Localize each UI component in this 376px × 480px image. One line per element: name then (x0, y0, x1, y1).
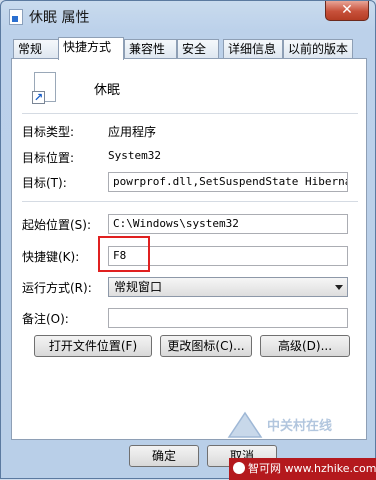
tab-compatibility[interactable]: 兼容性 (124, 39, 177, 59)
target-type-value: 应用程序 (108, 125, 157, 139)
title-bar: 休眠 属性 ✕ (1, 1, 375, 31)
run-select-value: 常规窗口 (114, 280, 163, 294)
site-banner: 智可网 www.hzhike.com (229, 458, 376, 480)
hotkey-label: 快捷键(K): (22, 250, 80, 264)
comment-label: 备注(O): (22, 312, 69, 326)
open-file-location-button[interactable]: 打开文件位置(F) (34, 335, 152, 357)
ok-button[interactable]: 确定 (129, 445, 199, 467)
target-label: 目标(T): (22, 176, 67, 190)
site-logo-icon (233, 462, 245, 474)
watermark-logo-icon (227, 411, 263, 438)
run-select[interactable]: 常规窗口 (108, 277, 348, 297)
tab-general[interactable]: 常规 (13, 39, 59, 59)
target-location-value: System32 (108, 149, 161, 162)
close-button[interactable]: ✕ (325, 1, 369, 21)
start-in-label: 起始位置(S): (22, 218, 92, 232)
window-title: 休眠 属性 (29, 10, 90, 26)
tab-shortcut[interactable]: 快捷方式 (58, 37, 124, 60)
divider (22, 201, 358, 202)
target-input[interactable]: powrprof.dll,SetSuspendState Hibernate (108, 172, 348, 192)
hotkey-highlight-box (98, 236, 150, 272)
advanced-button[interactable]: 高级(D)... (260, 335, 350, 357)
watermark-text: 中关村在线 (267, 419, 333, 434)
target-type-label: 目标类型: (22, 125, 75, 139)
run-label: 运行方式(R): (22, 281, 92, 295)
start-in-input[interactable]: C:\Windows\system32 (108, 214, 348, 234)
shortcut-file-icon (9, 9, 23, 25)
comment-input[interactable] (108, 308, 348, 328)
shortcut-file-icon: ↗ (32, 72, 58, 104)
shortcut-name: 休眠 (94, 83, 121, 98)
tab-details[interactable]: 详细信息 (223, 39, 283, 59)
site-banner-text: 智可网 www.hzhike.com (248, 462, 376, 475)
divider (22, 113, 358, 114)
target-location-label: 目标位置: (22, 151, 75, 165)
change-icon-button[interactable]: 更改图标(C)... (160, 335, 252, 357)
tab-security[interactable]: 安全 (177, 39, 219, 59)
shortcut-arrow-icon: ↗ (32, 91, 45, 104)
tab-previous-versions[interactable]: 以前的版本 (283, 39, 353, 59)
properties-dialog: 休眠 属性 ✕ 常规 快捷方式 兼容性 安全 详细信息 以前的版本 ↗ 休眠 目… (0, 0, 376, 480)
chevron-down-icon (335, 285, 343, 290)
watermark: 中关村在线 (227, 409, 376, 441)
shortcut-tab-panel: ↗ 休眠 目标类型: 应用程序 目标位置: System32 目标(T): po… (11, 58, 367, 440)
